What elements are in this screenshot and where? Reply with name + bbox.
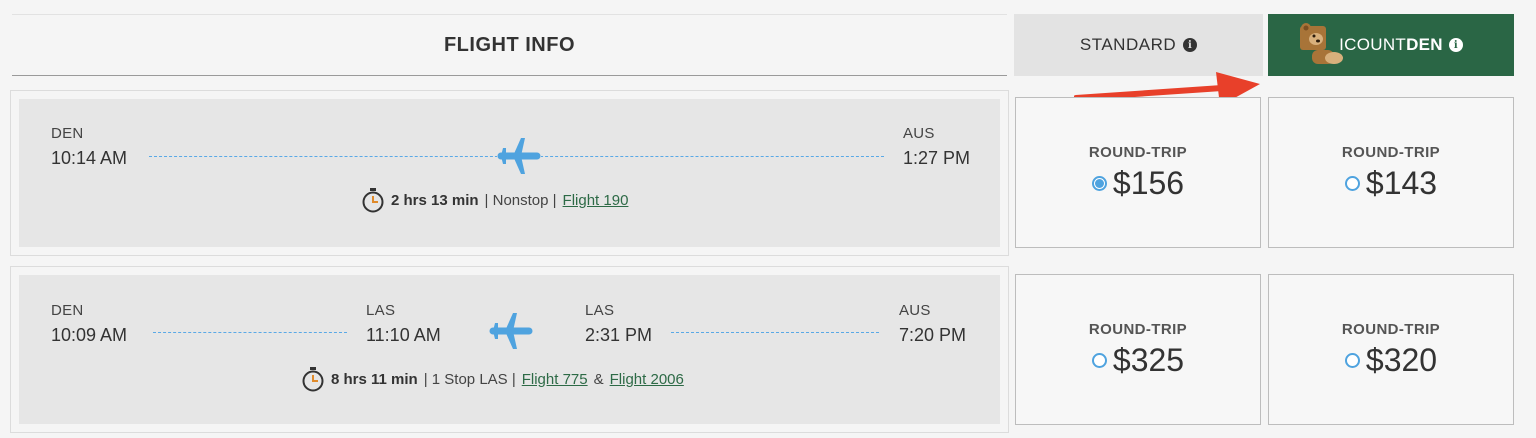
standard-price-option-1[interactable]: ROUND-TRIP $156 bbox=[1015, 97, 1261, 248]
flight-row-2-details: DEN 10:09 AM LAS 11:10 AM LAS 2:31 PM AU… bbox=[19, 275, 1000, 424]
flight-info-title: FLIGHT INFO bbox=[443, 33, 576, 56]
standard-price-option-2[interactable]: ROUND-TRIP $325 bbox=[1015, 274, 1261, 425]
flight-link-2[interactable]: Flight 2006 bbox=[610, 371, 684, 388]
layover-arrival-code: LAS bbox=[366, 302, 396, 319]
layover-departure-time: 2:31 PM bbox=[585, 325, 653, 345]
stopwatch-icon bbox=[362, 188, 384, 213]
route-line-leg1 bbox=[153, 332, 347, 333]
dest-code: AUS bbox=[903, 125, 935, 142]
discount-bold: DEN bbox=[1406, 35, 1443, 54]
origin-time: 10:14 AM bbox=[51, 148, 128, 168]
duration-summary: 2 hrs 13 min | Nonstop | Flight 190 bbox=[361, 187, 628, 213]
round-trip-label: ROUND-TRIP bbox=[1341, 143, 1441, 161]
price: $143 bbox=[1365, 164, 1438, 201]
round-trip-label: ROUND-TRIP bbox=[1088, 143, 1188, 161]
fare-radio[interactable] bbox=[1091, 352, 1107, 368]
flight-row-2: DEN 10:09 AM LAS 11:10 AM LAS 2:31 PM AU… bbox=[10, 266, 1009, 433]
layover-arrival-time: 11:10 AM bbox=[366, 325, 441, 345]
dest-time: 7:20 PM bbox=[899, 325, 967, 345]
fare-radio-selected[interactable] bbox=[1091, 175, 1107, 191]
layover-departure-code: LAS bbox=[585, 302, 615, 319]
flight-row-1-details: DEN 10:14 AM AUS 1:27 PM 2 hrs 13 min | … bbox=[19, 99, 1000, 247]
route-line-leg2 bbox=[671, 332, 879, 333]
standard-fare-tab[interactable]: STANDARD i bbox=[1014, 14, 1263, 76]
stops-info: | Nonstop | bbox=[484, 191, 557, 209]
price: $156 bbox=[1112, 164, 1185, 201]
price: $325 bbox=[1112, 341, 1185, 378]
ampersand: & bbox=[593, 370, 604, 388]
flight-row-1: DEN 10:14 AM AUS 1:27 PM 2 hrs 13 min | … bbox=[10, 90, 1009, 256]
flight-link-1[interactable]: Flight 775 bbox=[522, 371, 588, 388]
discount-price-option-2[interactable]: ROUND-TRIP $320 bbox=[1268, 274, 1514, 425]
origin-code: DEN bbox=[51, 125, 84, 142]
discount-den-tab[interactable]: I COUNT DEN i bbox=[1268, 14, 1514, 76]
round-trip-label: ROUND-TRIP bbox=[1341, 320, 1441, 338]
discount-price-option-1[interactable]: ROUND-TRIP $143 bbox=[1268, 97, 1514, 248]
round-trip-label: ROUND-TRIP bbox=[1088, 320, 1188, 338]
duration: 2 hrs 13 min bbox=[391, 191, 479, 209]
origin-time: 10:09 AM bbox=[51, 325, 128, 345]
info-icon[interactable]: i bbox=[1183, 38, 1198, 52]
price: $320 bbox=[1365, 341, 1438, 378]
info-icon[interactable]: i bbox=[1448, 38, 1463, 52]
origin-code: DEN bbox=[51, 302, 84, 319]
airplane-icon bbox=[489, 313, 533, 349]
flight-info-header: FLIGHT INFO bbox=[12, 14, 1007, 76]
dest-code: AUS bbox=[899, 302, 931, 319]
duration-summary: 8 hrs 11 min | 1 Stop LAS | Flight 775 &… bbox=[301, 366, 684, 392]
fare-radio[interactable] bbox=[1344, 352, 1360, 368]
standard-label: STANDARD bbox=[1079, 35, 1177, 54]
stopwatch-icon bbox=[302, 367, 324, 392]
fare-radio[interactable] bbox=[1344, 175, 1360, 191]
stops-info: | 1 Stop LAS | bbox=[423, 370, 516, 388]
discount-mid: COUNT bbox=[1344, 35, 1407, 54]
dest-time: 1:27 PM bbox=[903, 148, 971, 168]
discount-den-label: I COUNT DEN i bbox=[1339, 35, 1463, 55]
flight-link[interactable]: Flight 190 bbox=[563, 192, 629, 209]
airplane-icon bbox=[497, 138, 541, 174]
duration: 8 hrs 11 min bbox=[331, 370, 418, 388]
